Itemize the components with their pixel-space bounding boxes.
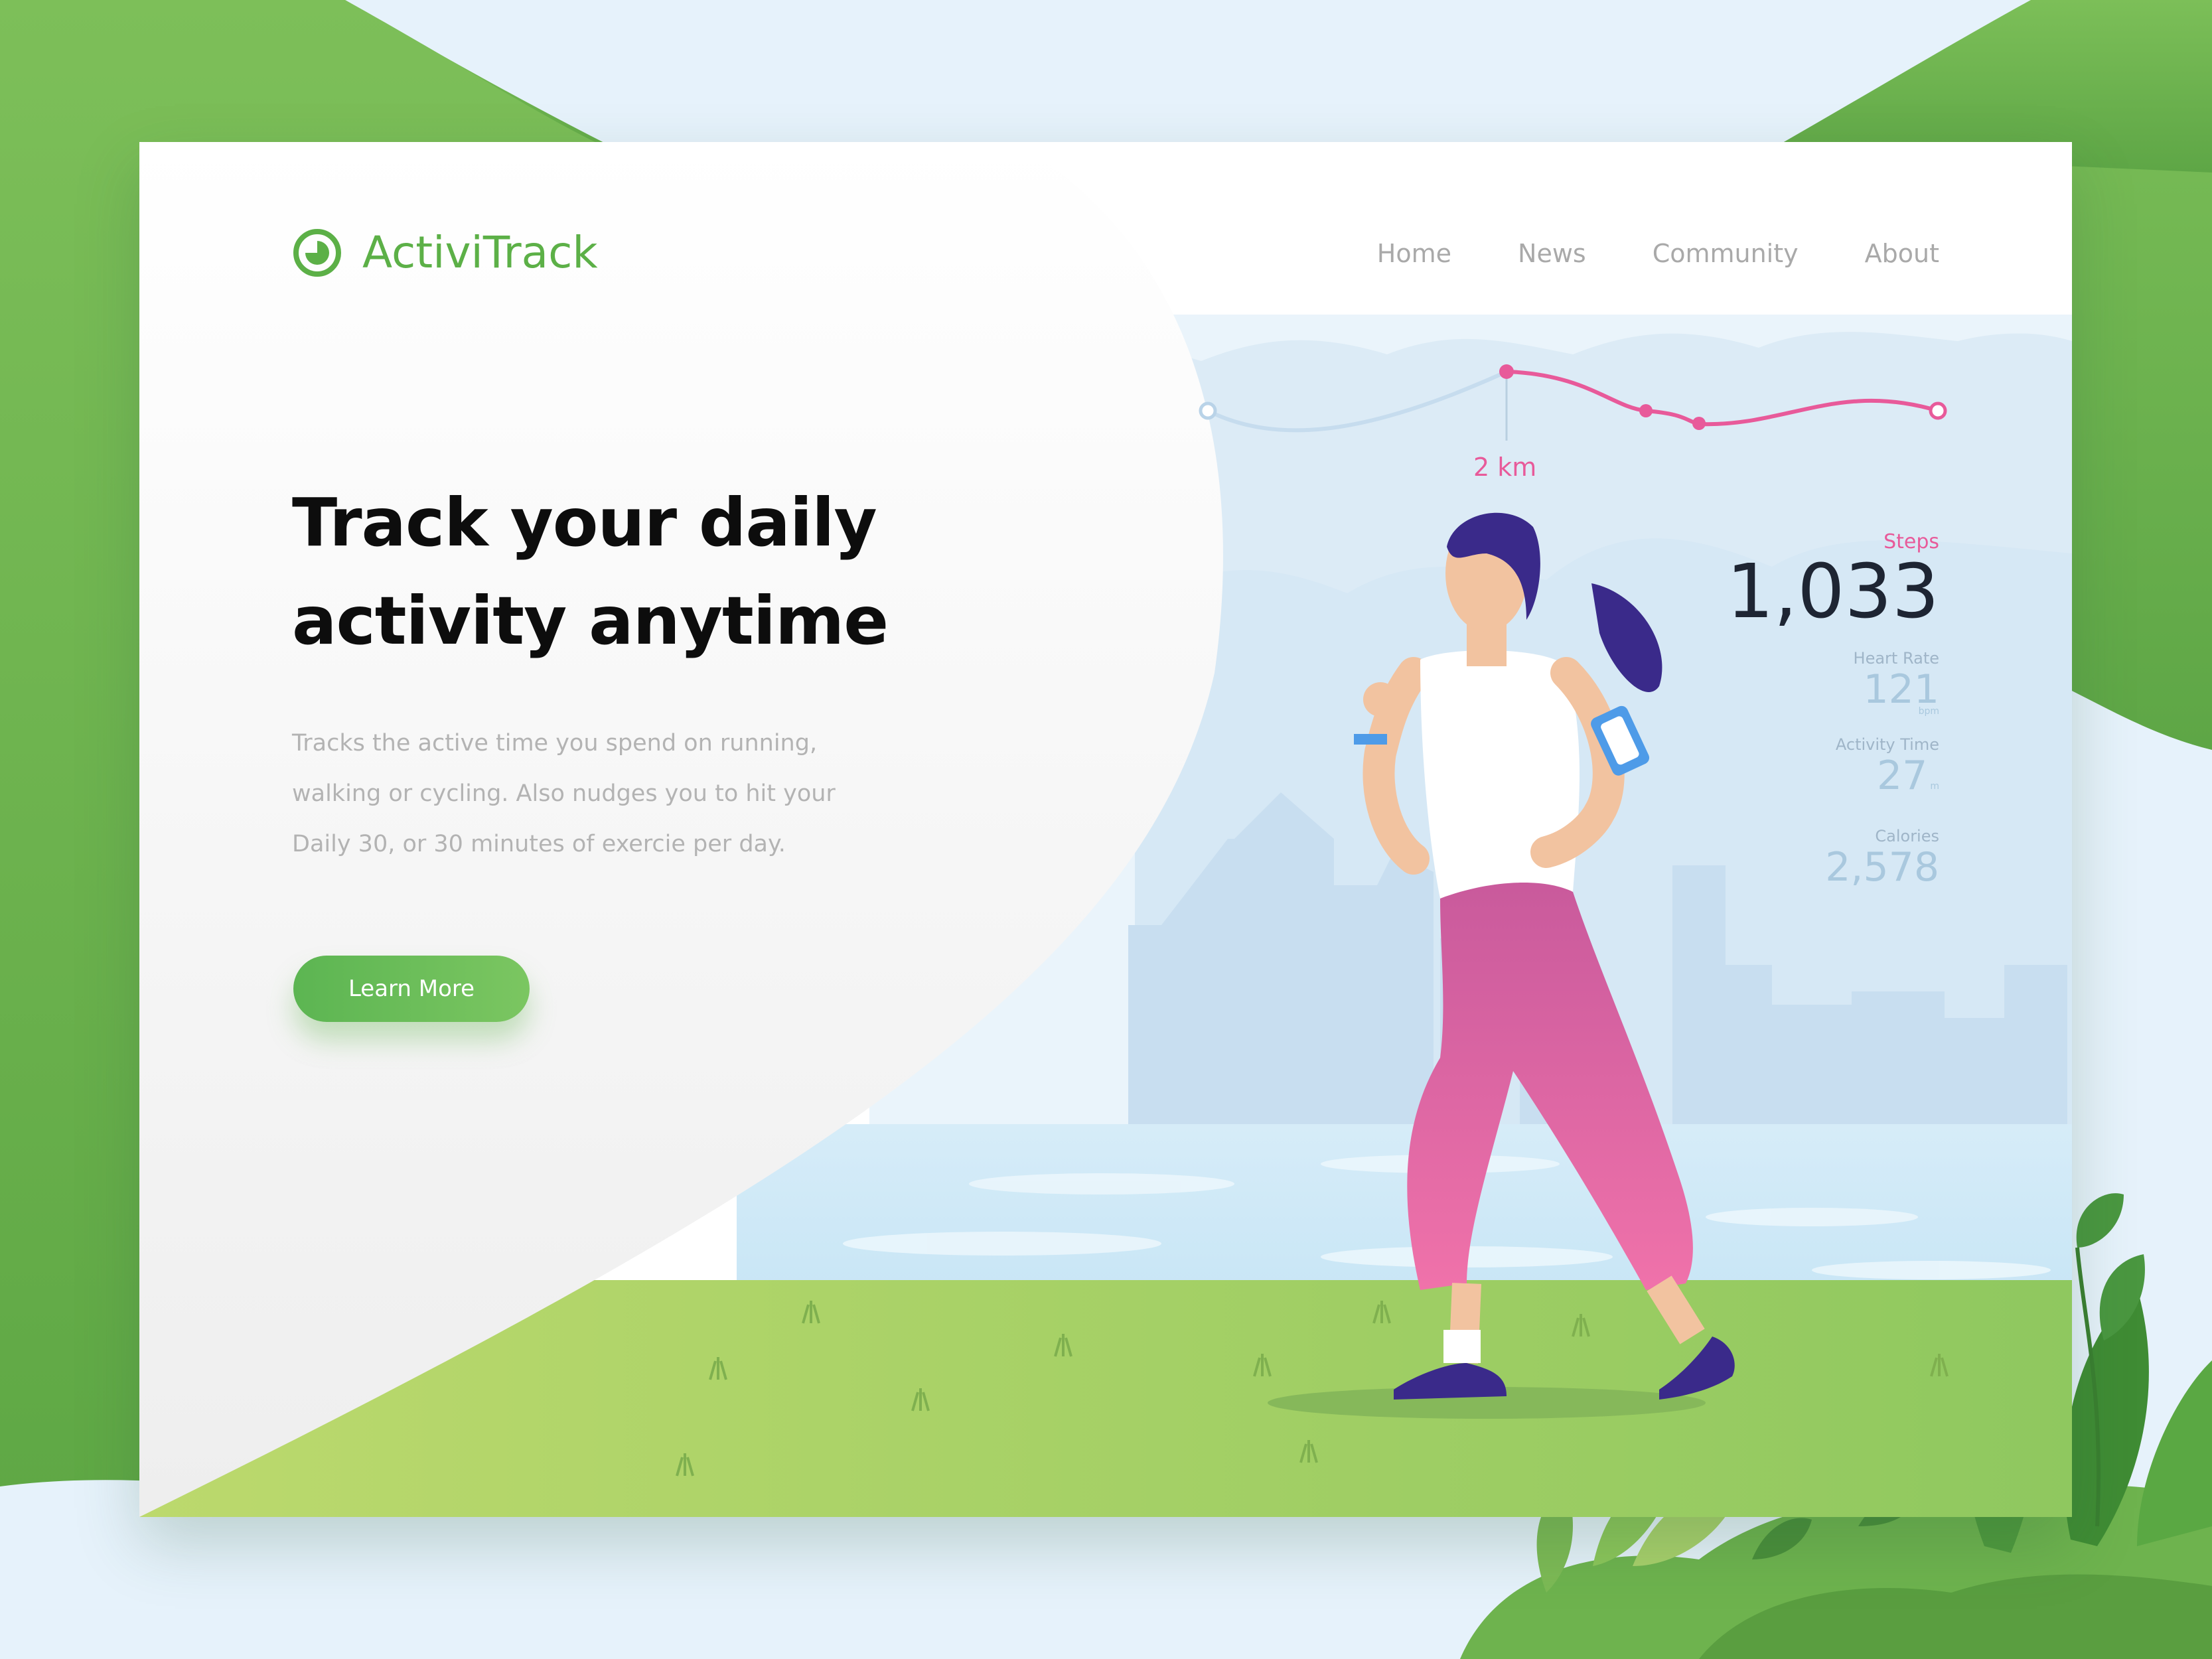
activity-time-row: 27 m	[1726, 754, 1939, 808]
landing-card: ActiviTrack Home News Community About Tr…	[139, 142, 2072, 1517]
calories-value: 2,578	[1825, 844, 1939, 891]
headline-line-1: Track your daily	[292, 484, 877, 561]
nav-home[interactable]: Home	[1377, 239, 1451, 268]
brand-name: ActiviTrack	[362, 227, 598, 278]
distance-label: 2 km	[1473, 453, 1537, 482]
nav-about[interactable]: About	[1865, 239, 1939, 268]
steps-value: 1,033	[1726, 549, 1939, 635]
hero-headline: Track your daily activity anytime	[292, 474, 922, 670]
stats-panel: Steps 1,033 Heart Rate 121 bpm Activity …	[1726, 530, 1939, 889]
activity-time-unit: m	[1930, 781, 1939, 792]
activity-ring-icon	[293, 228, 341, 277]
activity-time-value: 27	[1877, 753, 1928, 799]
stat-calories: Calories 2,578	[1726, 827, 1939, 889]
brand-logo[interactable]: ActiviTrack	[292, 227, 598, 278]
nav-community[interactable]: Community	[1653, 239, 1799, 268]
hero-description: Tracks the active time you spend on runn…	[292, 718, 836, 869]
main-nav: Home News Community About	[1377, 239, 1939, 268]
heart-rate-value: 121	[1863, 666, 1939, 713]
heart-rate-label: Heart Rate	[1853, 649, 1939, 668]
nav-news[interactable]: News	[1518, 239, 1586, 268]
stat-steps: Steps 1,033	[1726, 530, 1939, 630]
description-line-1: Tracks the active time you spend on runn…	[292, 730, 818, 757]
description-line-2: walking or cycling. Also nudges you to h…	[292, 780, 836, 807]
description-line-3: Daily 30, or 30 minutes of exercie per d…	[292, 831, 786, 857]
stat-activity-time: Activity Time 27 m	[1726, 735, 1939, 808]
activity-time-label: Activity Time	[1835, 735, 1939, 754]
calories-label: Calories	[1875, 827, 1939, 845]
learn-more-button[interactable]: Learn More	[293, 956, 530, 1022]
headline-line-2: activity anytime	[292, 582, 889, 660]
stat-heart-rate: Heart Rate 121 bpm	[1726, 649, 1939, 717]
